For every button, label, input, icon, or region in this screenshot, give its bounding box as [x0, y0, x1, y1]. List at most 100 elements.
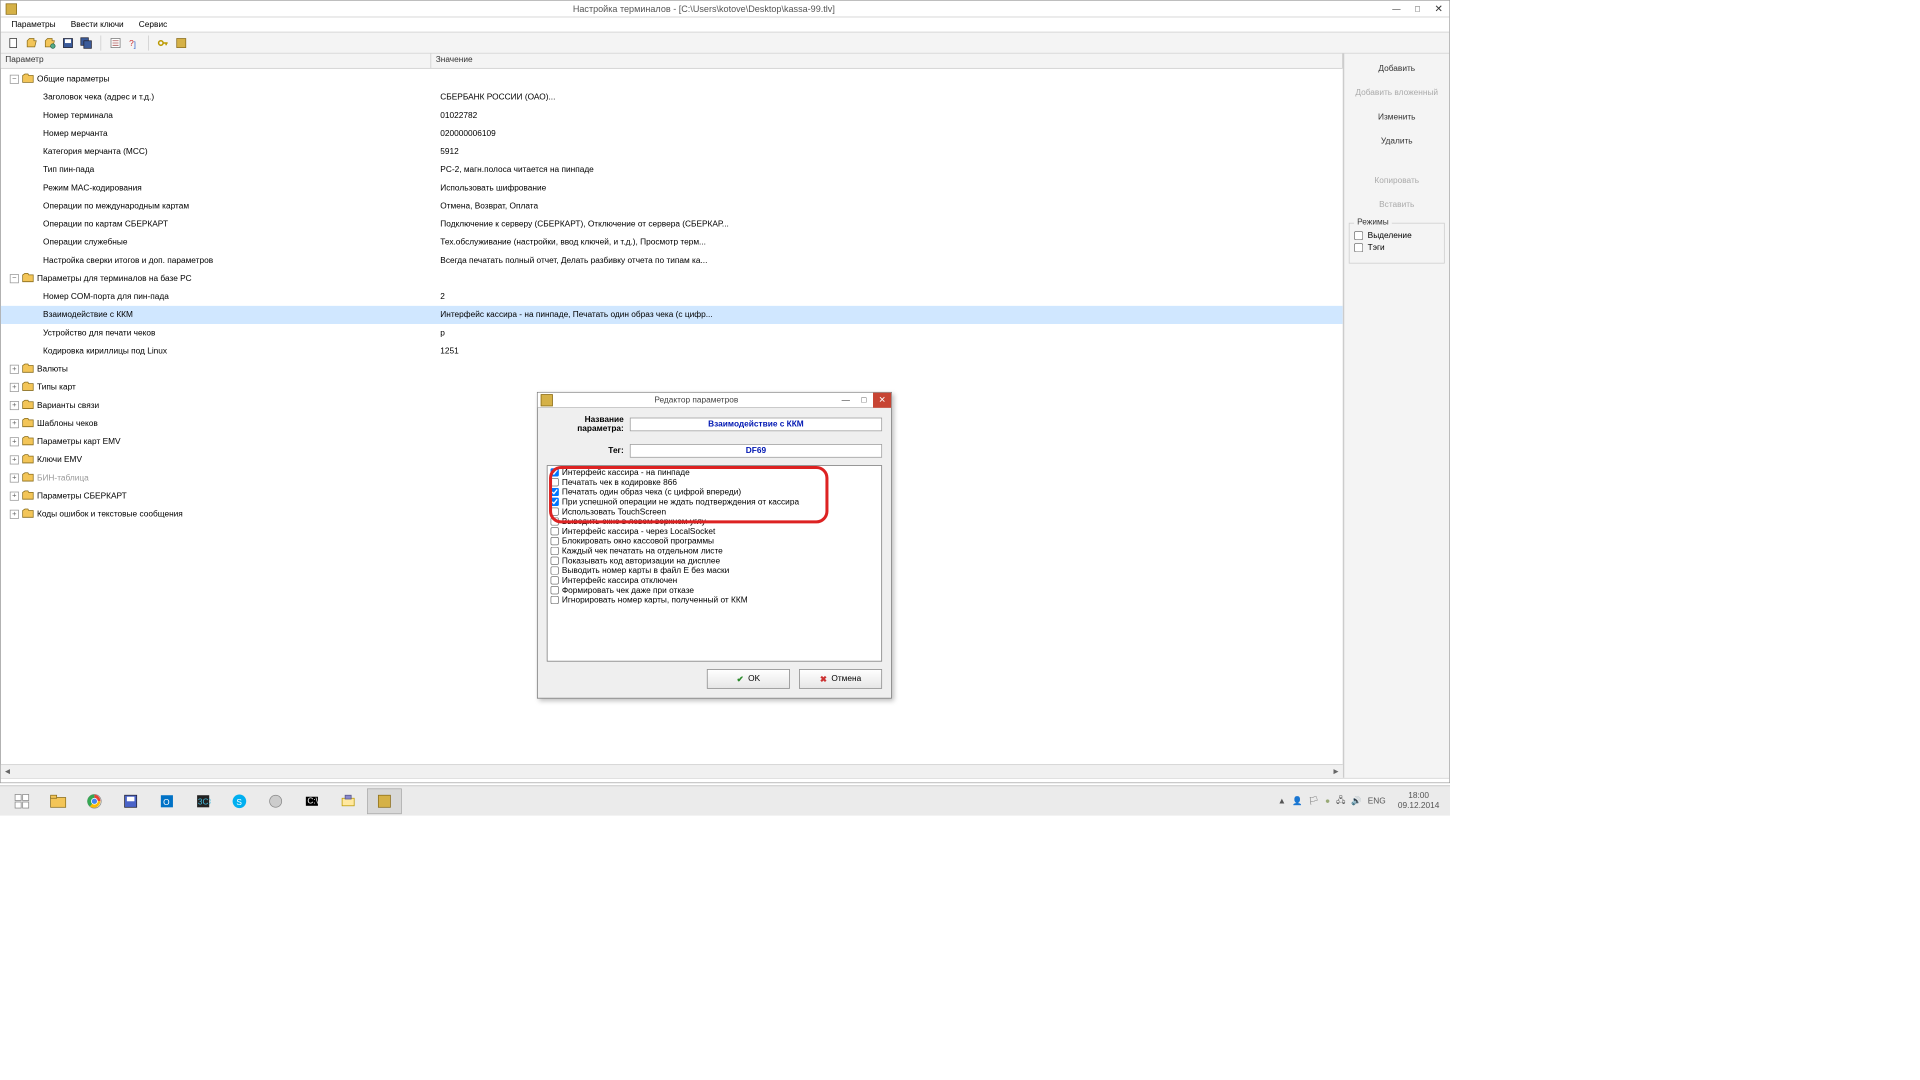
option-checkbox[interactable]: Печатать чек в кодировке 866: [551, 477, 879, 487]
option-checkbox[interactable]: Каждый чек печатать на отдельном листе: [551, 546, 879, 556]
expand-toggle[interactable]: +: [10, 383, 19, 392]
terminal-config-icon[interactable]: [367, 788, 402, 814]
expand-toggle[interactable]: +: [10, 401, 19, 410]
tree-row[interactable]: Операции по картам СБЕРКАРТПодключение к…: [1, 215, 1343, 233]
options-icon[interactable]: [173, 34, 190, 51]
help-icon[interactable]: ?]: [125, 34, 142, 51]
mode-selection-checkbox[interactable]: Выделение: [1354, 231, 1439, 240]
col-parameter[interactable]: Параметр: [1, 54, 431, 68]
expand-toggle[interactable]: −: [10, 75, 19, 84]
horizontal-scrollbar[interactable]: ◄ ►: [1, 764, 1343, 778]
row-value: Использовать шифрование: [431, 184, 546, 193]
start-button[interactable]: [5, 788, 40, 814]
maximize-button[interactable]: □: [1407, 0, 1428, 17]
tree-row[interactable]: Номер мерчанта020000006109: [1, 125, 1343, 143]
menu-parameters[interactable]: Параметры: [4, 19, 63, 31]
param-tag-field[interactable]: DF69: [630, 444, 882, 458]
tree-row[interactable]: Заголовок чека (адрес и т.д.)СБЕРБАНК РО…: [1, 88, 1343, 106]
option-checkbox[interactable]: Показывать код авторизации на дисплее: [551, 556, 879, 566]
dialog-maximize-button[interactable]: □: [855, 392, 873, 407]
tree-row[interactable]: Тип пин-падаPC-2, магн.полоса читается н…: [1, 161, 1343, 179]
expand-toggle[interactable]: +: [10, 510, 19, 519]
option-checkbox[interactable]: При успешной операции не ждать подтвержд…: [551, 497, 879, 507]
tray-flag-icon[interactable]: 🏳: [1308, 796, 1319, 806]
properties-icon[interactable]: [107, 34, 124, 51]
expand-toggle[interactable]: +: [10, 455, 19, 464]
close-button[interactable]: ✕: [1428, 0, 1449, 17]
expand-toggle[interactable]: +: [10, 437, 19, 446]
options-listbox[interactable]: Интерфейс кассира - на пинпадеПечатать ч…: [547, 465, 882, 661]
putty-icon[interactable]: [331, 788, 366, 814]
terminal-icon[interactable]: C:\: [295, 788, 330, 814]
system-tray[interactable]: ▲ 👤 🏳 ● 🖧 🔊 ENG 18:00 09.12.2014: [1278, 792, 1446, 810]
expand-toggle[interactable]: +: [10, 474, 19, 483]
new-icon[interactable]: [5, 34, 22, 51]
tree-row[interactable]: Устройство для печати чековp: [1, 324, 1343, 342]
tray-vol-icon[interactable]: 🔊: [1351, 796, 1361, 806]
folder-icon: [22, 363, 34, 375]
taskbar[interactable]: O 3CX S C:\ ▲ 👤 🏳 ● 🖧 🔊 ENG 18:00 09.12.…: [0, 785, 1450, 815]
key-icon[interactable]: [155, 34, 172, 51]
expand-toggle[interactable]: +: [10, 492, 19, 501]
option-checkbox[interactable]: Интерфейс кассира - на пинпаде: [551, 467, 879, 477]
tree-row[interactable]: −Общие параметры: [1, 70, 1343, 88]
option-checkbox[interactable]: Интерфейс кассира отключен: [551, 575, 879, 585]
tray-bt-icon[interactable]: ●: [1325, 796, 1330, 805]
save-all-icon[interactable]: [78, 34, 95, 51]
option-checkbox[interactable]: Печатать один образ чека (с цифрой впере…: [551, 487, 879, 497]
open-icon[interactable]: [23, 34, 40, 51]
menu-enter-keys[interactable]: Ввести ключи: [63, 19, 131, 31]
tree-row[interactable]: +Валюты: [1, 360, 1343, 378]
dialog-titlebar[interactable]: Редактор параметров — □ ✕: [538, 393, 891, 408]
param-name-field[interactable]: Взаимодействие с ККМ: [630, 418, 882, 432]
tree-row[interactable]: Настройка сверки итогов и доп. параметро…: [1, 251, 1343, 269]
ok-button[interactable]: ✔OK: [707, 669, 790, 689]
tray-user-icon[interactable]: 👤: [1292, 796, 1302, 806]
expand-toggle[interactable]: +: [10, 365, 19, 374]
open-recent-icon[interactable]: [42, 34, 59, 51]
tree-row[interactable]: Кодировка кириллицы под Linux1251: [1, 342, 1343, 360]
delete-button[interactable]: Удалить: [1344, 129, 1449, 153]
scroll-left-icon[interactable]: ◄: [2, 767, 13, 778]
option-checkbox[interactable]: Формировать чек даже при отказе: [551, 585, 879, 595]
grid-header: Параметр Значение: [1, 54, 1343, 69]
dialog-close-button[interactable]: ✕: [873, 392, 891, 407]
dialog-minimize-button[interactable]: —: [837, 392, 855, 407]
expand-toggle[interactable]: +: [10, 419, 19, 428]
option-checkbox[interactable]: Использовать TouchScreen: [551, 507, 879, 517]
tray-chevron-icon[interactable]: ▲: [1278, 796, 1286, 805]
expand-toggle[interactable]: −: [10, 274, 19, 283]
app1-icon[interactable]: [258, 788, 293, 814]
mode-tags-checkbox[interactable]: Тэги: [1354, 243, 1439, 252]
tray-lang[interactable]: ENG: [1368, 796, 1386, 805]
tree-row[interactable]: Режим MAC-кодированияИспользовать шифров…: [1, 179, 1343, 197]
option-checkbox[interactable]: Интерфейс кассира - через LocalSocket: [551, 526, 879, 536]
scroll-right-icon[interactable]: ►: [1331, 767, 1342, 778]
add-button[interactable]: Добавить: [1344, 57, 1449, 81]
tree-row[interactable]: Операции по международным картамОтмена, …: [1, 197, 1343, 215]
option-checkbox[interactable]: Блокировать окно кассовой программы: [551, 536, 879, 546]
tree-row[interactable]: Операции служебныеТех.обслуживание (наст…: [1, 233, 1343, 251]
col-value[interactable]: Значение: [431, 54, 1343, 68]
option-checkbox[interactable]: Выводить окно в левом верхнем углу: [551, 517, 879, 527]
edit-button[interactable]: Изменить: [1344, 105, 1449, 129]
3cx-icon[interactable]: 3CX: [186, 788, 221, 814]
outlook-icon[interactable]: O: [150, 788, 185, 814]
tree-row[interactable]: Категория мерчанта (MCC)5912: [1, 143, 1343, 161]
skype-icon[interactable]: S: [222, 788, 257, 814]
tree-row[interactable]: Взаимодействие с ККМИнтерфейс кассира - …: [1, 306, 1343, 324]
save-app-icon[interactable]: [113, 788, 148, 814]
explorer-icon[interactable]: [41, 788, 76, 814]
minimize-button[interactable]: —: [1386, 0, 1407, 17]
tree-row[interactable]: Номер COM-порта для пин-пада2: [1, 288, 1343, 306]
tree-row[interactable]: Номер терминала01022782: [1, 106, 1343, 124]
tree-row[interactable]: −Параметры для терминалов на базе PC: [1, 270, 1343, 288]
option-checkbox[interactable]: Игнорировать номер карты, полученный от …: [551, 595, 879, 605]
chrome-icon[interactable]: [77, 788, 112, 814]
option-checkbox[interactable]: Выводить номер карты в файл E без маски: [551, 566, 879, 576]
cancel-button[interactable]: ✖Отмена: [799, 669, 882, 689]
menu-service[interactable]: Сервис: [131, 19, 175, 31]
save-icon[interactable]: [60, 34, 77, 51]
clock[interactable]: 18:00 09.12.2014: [1398, 792, 1440, 810]
tray-net-icon[interactable]: 🖧: [1336, 794, 1345, 808]
